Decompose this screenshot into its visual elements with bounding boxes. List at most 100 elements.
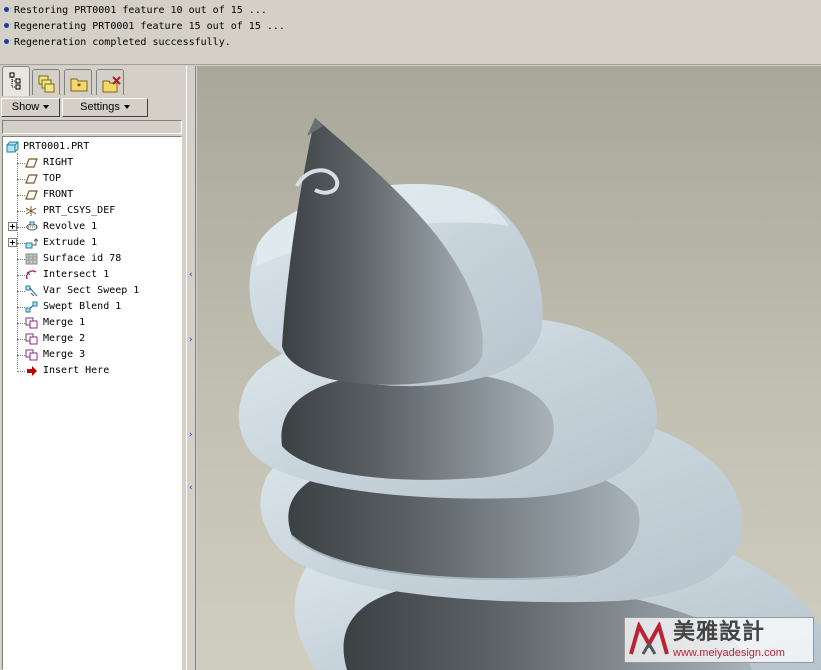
tree-header-bar xyxy=(2,120,182,134)
tree-item-label: PRT0001.PRT xyxy=(23,141,90,152)
model-tree[interactable]: PRT0001.PRT RIGHT TOP FRONT x PRT_CSYS_D… xyxy=(2,136,182,670)
tree-item-revolve-1[interactable]: Revolve 1 xyxy=(3,219,181,235)
merge-icon xyxy=(25,349,38,361)
expand-icon[interactable] xyxy=(8,238,17,247)
show-dropdown-button[interactable]: Show xyxy=(1,98,60,117)
tree-item-insert-here[interactable]: Insert Here xyxy=(3,363,181,379)
surface-icon xyxy=(25,253,38,265)
tree-connector-line xyxy=(17,179,25,180)
tree-item-merge-1[interactable]: Merge 1 xyxy=(3,315,181,331)
graphics-window[interactable] xyxy=(197,66,821,670)
tree-connector-line xyxy=(17,163,25,164)
message-text: Regeneration completed successfully. xyxy=(14,37,231,48)
tree-item-intersect-1[interactable]: Intersect 1 xyxy=(3,267,181,283)
tree-item-surface-id-78[interactable]: Surface id 78 xyxy=(3,251,181,267)
datum-plane-icon xyxy=(25,158,38,168)
tree-connector-line xyxy=(17,323,25,324)
csys-icon: x xyxy=(25,206,37,216)
collapse-arrow-icon[interactable]: ‹ xyxy=(189,484,193,493)
expand-arrow-icon[interactable]: › xyxy=(189,336,193,345)
expand-icon[interactable] xyxy=(8,222,17,231)
meiya-logo-icon xyxy=(629,622,669,655)
collapse-arrow-icon[interactable]: ‹ xyxy=(189,271,193,280)
datum-plane-icon xyxy=(25,174,38,184)
settings-label: Settings xyxy=(80,101,120,113)
tree-item-merge-2[interactable]: Merge 2 xyxy=(3,331,181,347)
watermark-title: 美雅設計 xyxy=(673,620,766,645)
watermark-badge: 美雅設計 www.meiyadesign.com xyxy=(624,617,814,663)
tree-item-var-sect-sweep-1[interactable]: Var Sect Sweep 1 xyxy=(3,283,181,299)
chevron-down-icon xyxy=(43,105,50,110)
tree-connector-line xyxy=(17,195,25,196)
tree-connector-line xyxy=(17,339,25,340)
tree-item-label: Merge 3 xyxy=(43,349,86,360)
tree-item-label: Intersect 1 xyxy=(43,269,110,280)
tree-item-root[interactable]: PRT0001.PRT xyxy=(3,139,181,155)
message-line: Regenerating PRT0001 feature 15 out of 1… xyxy=(4,19,285,35)
message-text: Restoring PRT0001 feature 10 out of 15 .… xyxy=(14,5,267,16)
tree-item-merge-3[interactable]: Merge 3 xyxy=(3,347,181,363)
tree-item-label: Revolve 1 xyxy=(43,221,98,232)
part-icon xyxy=(6,141,19,153)
tree-item-right[interactable]: RIGHT xyxy=(3,155,181,171)
tree-item-top[interactable]: TOP xyxy=(3,171,181,187)
message-bullet-icon xyxy=(4,22,9,28)
svg-text:*: * xyxy=(77,82,81,91)
tree-item-label: PRT_CSYS_DEF xyxy=(43,205,116,216)
navigator-tab-strip: * xyxy=(0,66,186,96)
merge-icon xyxy=(25,333,38,345)
tree-connector-line xyxy=(17,259,25,260)
tab-favorites[interactable]: * xyxy=(64,69,92,95)
message-area: Restoring PRT0001 feature 10 out of 15 .… xyxy=(0,0,821,65)
revolve-icon xyxy=(26,221,38,231)
tree-item-label: RIGHT xyxy=(43,157,74,168)
tree-item-label: Extrude 1 xyxy=(43,237,98,248)
tab-layers[interactable] xyxy=(32,69,60,95)
tree-connector-line xyxy=(17,355,25,356)
intersect-icon xyxy=(25,270,37,280)
tree-connector-line xyxy=(17,291,25,292)
tree-item-swept-blend-1[interactable]: Swept Blend 1 xyxy=(3,299,181,315)
3d-model-view[interactable] xyxy=(197,66,821,670)
tree-item-label: Insert Here xyxy=(43,365,110,376)
favorites-folder-icon: * xyxy=(70,78,88,92)
tree-item-label: Merge 1 xyxy=(43,317,86,328)
show-label: Show xyxy=(11,101,40,113)
tree-connector-line xyxy=(17,275,25,276)
var-sect-sweep-icon xyxy=(25,285,38,297)
tree-connector-line xyxy=(17,211,25,212)
tree-connector-line xyxy=(17,227,25,228)
panel-splitter[interactable]: ‹ › › ‹ xyxy=(186,66,196,670)
helix-core-segment-2 xyxy=(281,371,554,480)
message-bullet-icon xyxy=(4,6,9,12)
message-bullet-icon xyxy=(4,38,9,44)
tree-item-label: Merge 2 xyxy=(43,333,86,344)
tree-item-prt-csys-def[interactable]: x PRT_CSYS_DEF xyxy=(3,203,181,219)
tree-connector-line xyxy=(17,371,25,372)
merge-icon xyxy=(25,317,38,329)
expand-arrow-icon[interactable]: › xyxy=(189,431,193,440)
tree-item-extrude-1[interactable]: Extrude 1 xyxy=(3,235,181,251)
message-line: Restoring PRT0001 feature 10 out of 15 .… xyxy=(4,3,267,19)
tree-item-front[interactable]: FRONT xyxy=(3,187,181,203)
message-line: Regeneration completed successfully. xyxy=(4,35,231,51)
tree-item-label: TOP xyxy=(43,173,62,184)
navigator-button-row: Show Settings xyxy=(0,97,186,119)
tree-connector-line xyxy=(17,243,25,244)
connections-icon xyxy=(102,76,121,93)
tree-item-label: Surface id 78 xyxy=(43,253,122,264)
navigator-panel: * Show Settings PRT0001.PRT RIGHT TOP FR… xyxy=(0,66,186,670)
tree-item-label: Swept Blend 1 xyxy=(43,301,122,312)
settings-dropdown-button[interactable]: Settings xyxy=(62,98,148,117)
tree-connector-line xyxy=(17,307,25,308)
tab-model-tree[interactable] xyxy=(2,66,30,96)
watermark-url: www.meiyadesign.com xyxy=(673,647,785,659)
chevron-down-icon xyxy=(123,105,130,110)
insert-here-arrow-icon xyxy=(27,366,37,376)
message-text: Regenerating PRT0001 feature 15 out of 1… xyxy=(14,21,285,32)
swept-blend-icon xyxy=(25,301,38,313)
tab-connections[interactable] xyxy=(96,69,124,95)
tree-item-label: FRONT xyxy=(43,189,74,200)
layers-icon xyxy=(38,75,55,93)
model-tree-icon xyxy=(9,72,21,90)
